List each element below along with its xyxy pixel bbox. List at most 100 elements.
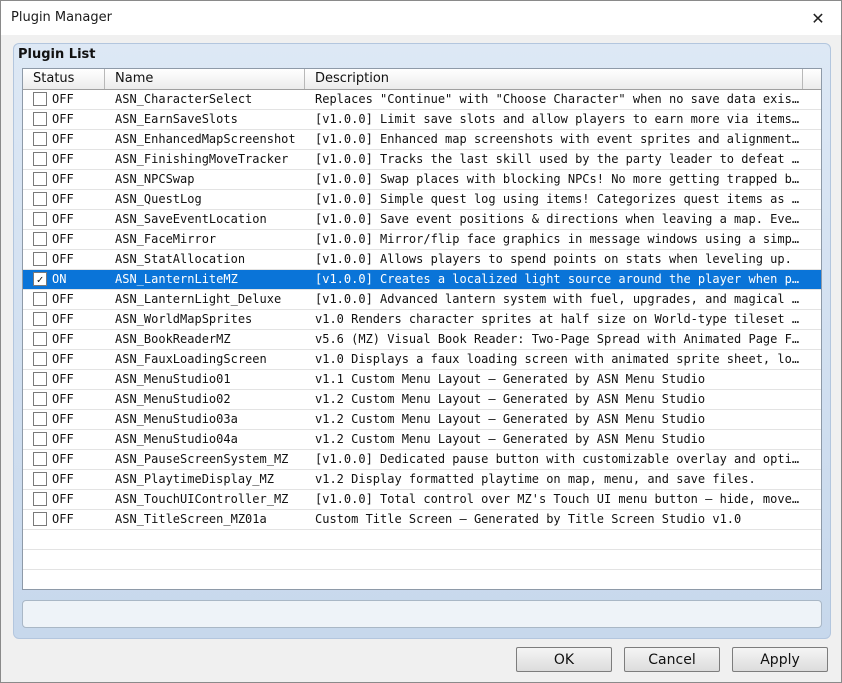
table-row[interactable]: OFF ASN_MenuStudio01 v1.1 Custom Menu Layo… <box>23 370 821 390</box>
apply-button[interactable]: Apply <box>732 647 828 672</box>
table-row[interactable]: OFF ASN_FaceMirror [v1.0.0] Mirror/flip fa… <box>23 230 821 250</box>
plugin-status: OFF <box>52 452 74 466</box>
plugin-status: OFF <box>52 212 74 226</box>
table-row[interactable]: OFF ASN_CharacterSelect Replaces "Continue… <box>23 90 821 110</box>
plugin-name: ASN_LanternLight_Deluxe <box>115 292 282 306</box>
status-checkbox[interactable]: ✓ <box>33 272 47 286</box>
table-row[interactable]: OFF ASN_FauxLoadingScreen v1.0 Displays a … <box>23 350 821 370</box>
empty-row <box>23 570 821 589</box>
status-checkbox[interactable] <box>33 152 47 166</box>
plugin-status: OFF <box>52 152 74 166</box>
status-checkbox[interactable] <box>33 432 47 446</box>
table-row[interactable]: OFF ASN_TouchUIController_MZ [v1.0.0] Tota… <box>23 490 821 510</box>
table-row[interactable]: OFF ASN_BookReaderMZ v5.6 (MZ) Visual Book… <box>23 330 821 350</box>
plugin-manager-window: Plugin Manager ✕ Plugin List Status Name… <box>0 0 842 683</box>
status-checkbox[interactable] <box>33 92 47 106</box>
plugin-name: ASN_PauseScreenSystem_MZ <box>115 452 289 466</box>
plugin-description: [v1.0.0] Allows players to spend points … <box>315 252 792 266</box>
plugin-status: OFF <box>52 372 74 386</box>
plugin-description: v1.0 Displays a faux loading screen with… <box>315 352 800 366</box>
status-checkbox[interactable] <box>33 372 47 386</box>
status-checkbox[interactable] <box>33 252 47 266</box>
status-checkbox[interactable] <box>33 352 47 366</box>
table-row[interactable]: OFF ASN_FinishingMoveTracker [v1.0.0] Trac… <box>23 150 821 170</box>
table-row[interactable]: OFF ASN_NPCSwap [v1.0.0] Swap places with … <box>23 170 821 190</box>
status-checkbox[interactable] <box>33 312 47 326</box>
column-header-description[interactable]: Description <box>305 69 803 89</box>
table-row[interactable]: OFF ASN_EnhancedMapScreenshot [v1.0.0] Enh… <box>23 130 821 150</box>
status-checkbox[interactable] <box>33 452 47 466</box>
plugin-description: v1.1 Custom Menu Layout — Generated by A… <box>315 372 706 386</box>
plugin-name: ASN_NPCSwap <box>115 172 195 186</box>
plugin-status: OFF <box>52 172 74 186</box>
plugin-status: OFF <box>52 292 74 306</box>
plugin-name: ASN_CharacterSelect <box>115 92 253 106</box>
status-checkbox[interactable] <box>33 172 47 186</box>
status-checkbox[interactable] <box>33 472 47 486</box>
plugin-rows: OFF ASN_CharacterSelect Replaces "Continue… <box>23 90 821 589</box>
table-row[interactable]: OFF ASN_LanternLight_Deluxe [v1.0.0] Advan… <box>23 290 821 310</box>
table-row[interactable]: OFF ASN_TitleScreen_MZ01a Custom Title Scr… <box>23 510 821 530</box>
plugin-status: OFF <box>52 112 74 126</box>
plugin-list-group: Plugin List Status Name Description OFF A… <box>13 43 831 639</box>
table-row[interactable]: OFF ASN_MenuStudio03a v1.2 Custom Menu Lay… <box>23 410 821 430</box>
plugin-description: [v1.0.0] Save event positions & directio… <box>315 212 800 226</box>
status-checkbox[interactable] <box>33 492 47 506</box>
group-title: Plugin List <box>18 47 96 62</box>
status-checkbox[interactable] <box>33 412 47 426</box>
column-header-status[interactable]: Status <box>23 69 105 89</box>
plugin-description: v1.2 Custom Menu Layout — Generated by A… <box>315 412 706 426</box>
table-row[interactable]: OFF ASN_QuestLog [v1.0.0] Simple quest log… <box>23 190 821 210</box>
table-row[interactable]: OFF ASN_PauseScreenSystem_MZ [v1.0.0] Dedi… <box>23 450 821 470</box>
plugin-name: ASN_MenuStudio04a <box>115 432 238 446</box>
status-checkbox[interactable] <box>33 132 47 146</box>
plugin-name: ASN_EarnSaveSlots <box>115 112 238 126</box>
checkmark-icon: ✓ <box>36 272 44 286</box>
plugin-status: OFF <box>52 512 74 526</box>
column-header-name[interactable]: Name <box>105 69 305 89</box>
table-row[interactable]: OFF ASN_MenuStudio04a v1.2 Custom Menu Lay… <box>23 430 821 450</box>
close-button[interactable]: ✕ <box>795 1 841 35</box>
plugin-list[interactable]: Status Name Description OFF ASN_Character… <box>22 68 822 590</box>
table-row[interactable]: OFF ASN_StatAllocation [v1.0.0] Allows pla… <box>23 250 821 270</box>
table-row[interactable]: ✓ ON ASN_LanternLiteMZ [v1.0.0] Creates a l… <box>23 270 821 290</box>
plugin-status: OFF <box>52 312 74 326</box>
ok-button[interactable]: OK <box>516 647 612 672</box>
plugin-name: ASN_BookReaderMZ <box>115 332 231 346</box>
plugin-description: [v1.0.0] Limit save slots and allow play… <box>315 112 800 126</box>
status-checkbox[interactable] <box>33 212 47 226</box>
plugin-description: v1.2 Custom Menu Layout — Generated by A… <box>315 432 706 446</box>
plugin-name: ASN_WorldMapSprites <box>115 312 253 326</box>
plugin-status: OFF <box>52 332 74 346</box>
status-checkbox[interactable] <box>33 112 47 126</box>
plugin-name: ASN_FauxLoadingScreen <box>115 352 267 366</box>
plugin-status: OFF <box>52 432 74 446</box>
status-checkbox[interactable] <box>33 392 47 406</box>
status-checkbox[interactable] <box>33 512 47 526</box>
table-row[interactable]: OFF ASN_SaveEventLocation [v1.0.0] Save ev… <box>23 210 821 230</box>
cancel-button[interactable]: Cancel <box>624 647 720 672</box>
plugin-name: ASN_EnhancedMapScreenshot <box>115 132 296 146</box>
plugin-description: [v1.0.0] Simple quest log using items! C… <box>315 192 800 206</box>
plugin-name: ASN_StatAllocation <box>115 252 246 266</box>
plugin-description: [v1.0.0] Creates a localized light sourc… <box>315 272 800 286</box>
plugin-description: Custom Title Screen — Generated by Title… <box>315 512 742 526</box>
table-row[interactable]: OFF ASN_MenuStudio02 v1.2 Custom Menu Layo… <box>23 390 821 410</box>
title-bar: Plugin Manager ✕ <box>1 1 841 35</box>
status-checkbox[interactable] <box>33 332 47 346</box>
status-checkbox[interactable] <box>33 292 47 306</box>
plugin-description: v1.2 Custom Menu Layout — Generated by A… <box>315 392 706 406</box>
plugin-help-box <box>22 600 822 628</box>
status-checkbox[interactable] <box>33 192 47 206</box>
plugin-description: [v1.0.0] Dedicated pause button with cus… <box>315 452 800 466</box>
table-row[interactable]: OFF ASN_PlaytimeDisplay_MZ v1.2 Display fo… <box>23 470 821 490</box>
plugin-description: v1.2 Display formatted playtime on map, … <box>315 472 756 486</box>
plugin-status: OFF <box>52 472 74 486</box>
table-row[interactable]: OFF ASN_EarnSaveSlots [v1.0.0] Limit save … <box>23 110 821 130</box>
plugin-description: v1.0 Renders character sprites at half s… <box>315 312 800 326</box>
plugin-name: ASN_TouchUIController_MZ <box>115 492 289 506</box>
table-row[interactable]: OFF ASN_WorldMapSprites v1.0 Renders chara… <box>23 310 821 330</box>
list-header: Status Name Description <box>23 69 821 90</box>
plugin-status: OFF <box>52 192 74 206</box>
status-checkbox[interactable] <box>33 232 47 246</box>
